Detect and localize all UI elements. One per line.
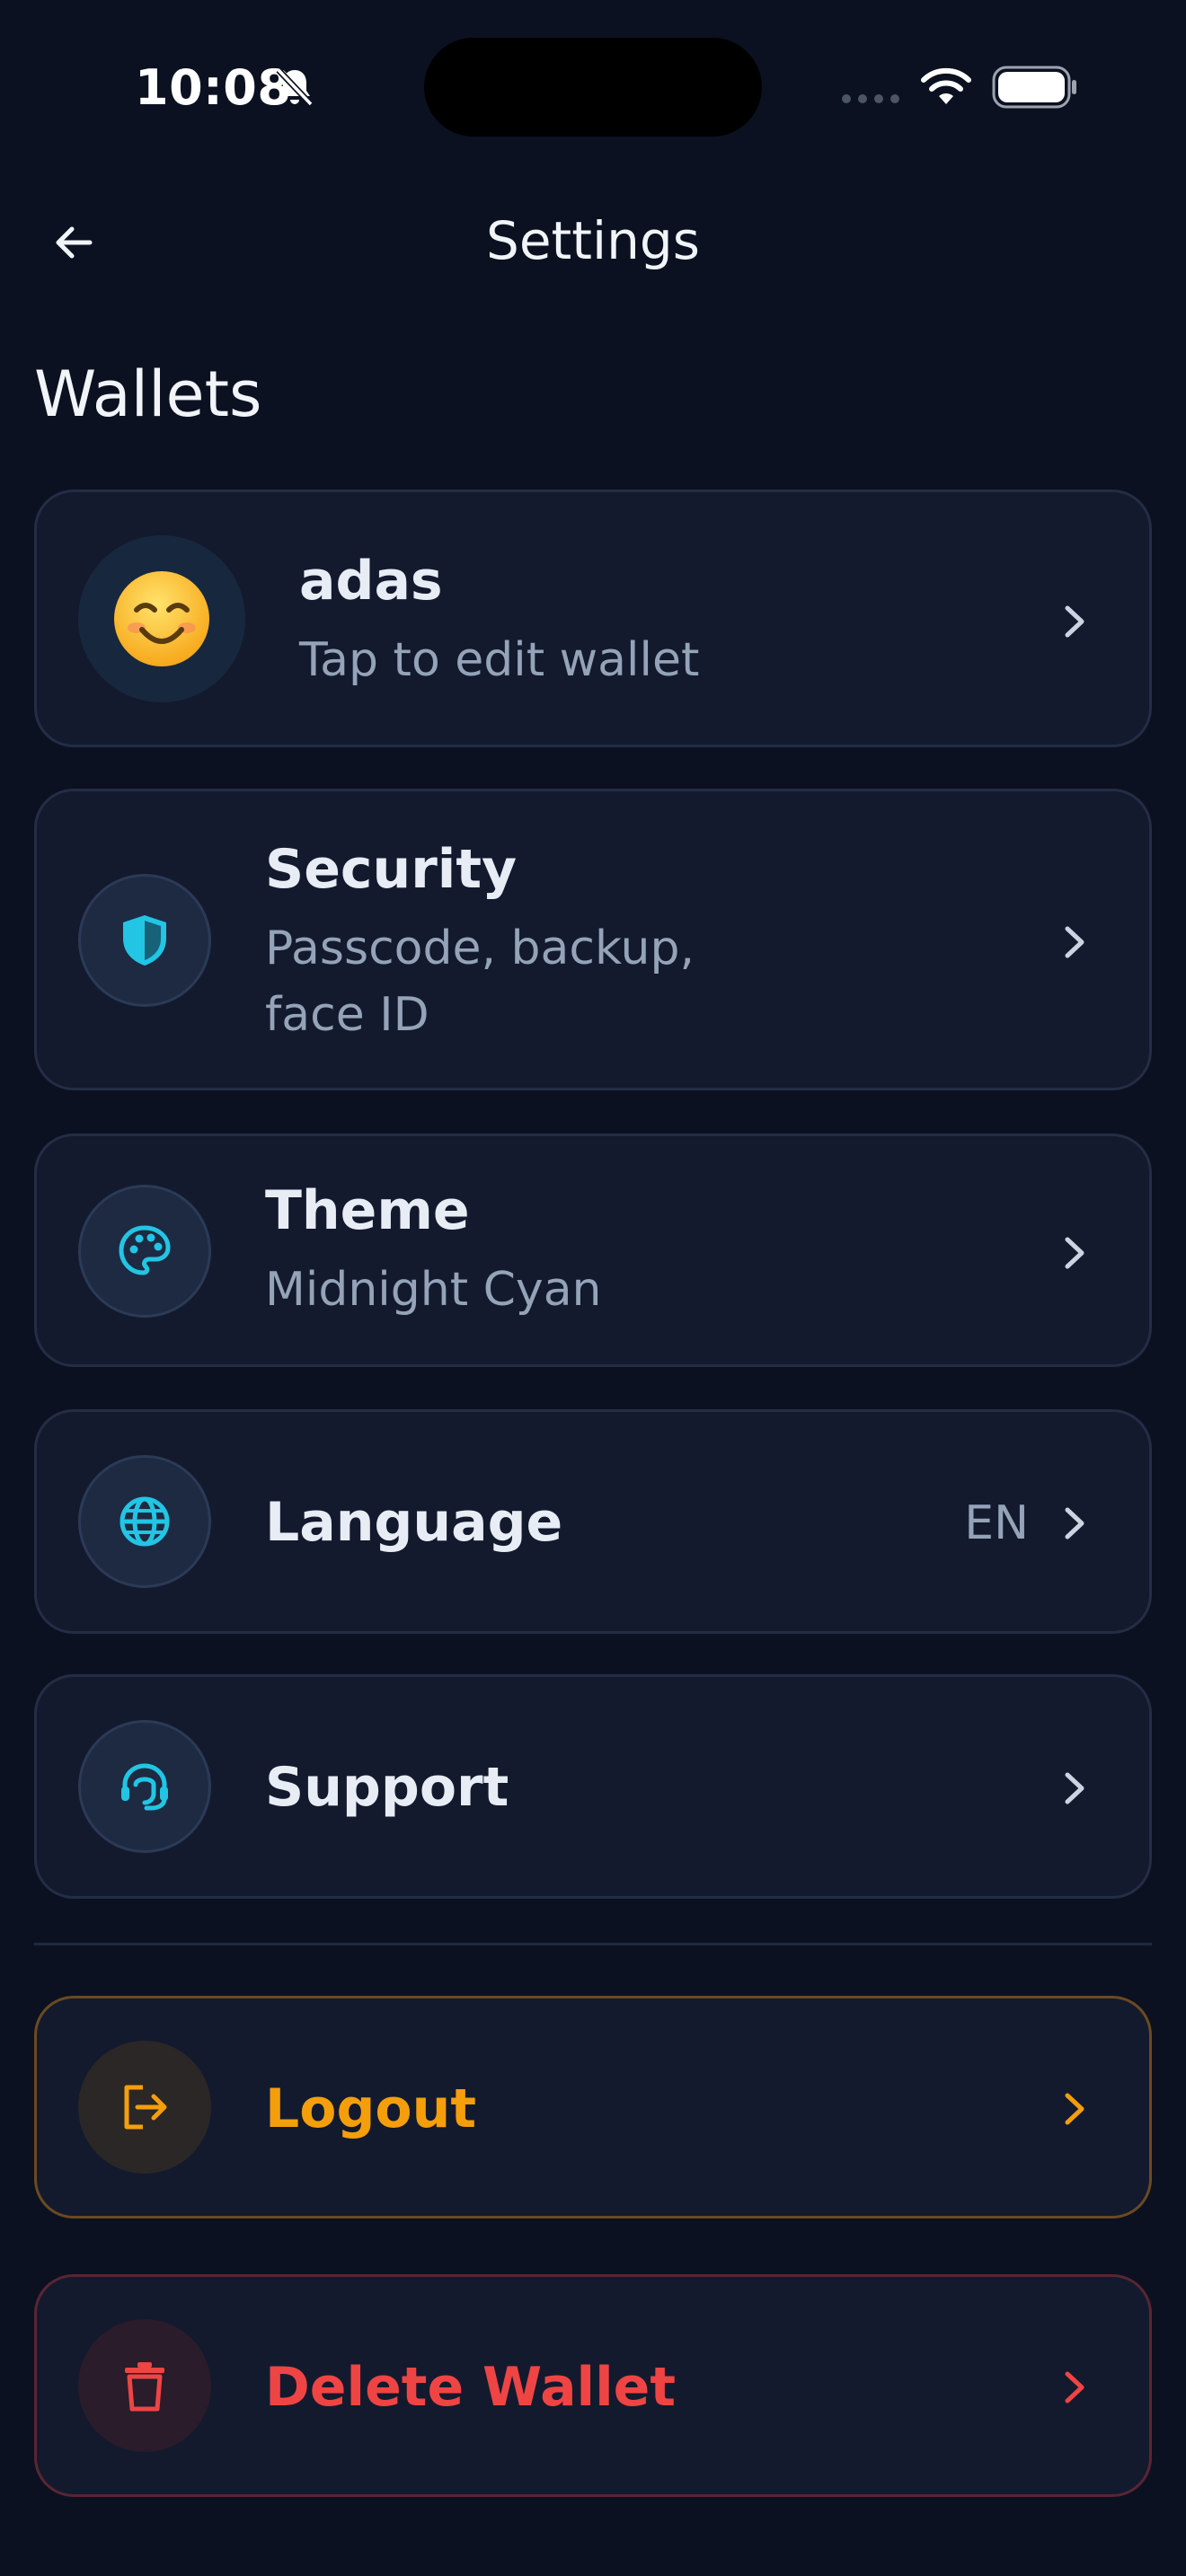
logout-title: Logout [265, 2078, 477, 2140]
theme-title: Theme [265, 1179, 470, 1242]
battery-icon [992, 66, 1076, 109]
wallet-subtitle: Tap to edit wallet [299, 633, 700, 687]
chevron-right-icon [1065, 1772, 1084, 1804]
divider [34, 1943, 1152, 1945]
delete-icon-circle [78, 2319, 211, 2452]
wifi-icon [921, 67, 971, 104]
chevron-right-icon [1065, 926, 1084, 958]
wallet-avatar [78, 535, 245, 702]
chevron-right-icon [1065, 605, 1084, 638]
chevron-right-icon [1065, 1507, 1084, 1539]
trash-icon [125, 2362, 164, 2412]
smiling-face-icon [114, 571, 209, 666]
theme-icon-circle [78, 1185, 211, 1318]
settings-item-support[interactable]: Support [34, 1674, 1152, 1899]
settings-item-theme[interactable]: Theme Midnight Cyan [34, 1134, 1152, 1367]
security-title: Security [265, 838, 518, 901]
security-subtitle-line1: Passcode, backup, [265, 922, 695, 975]
security-subtitle-line2: face ID [265, 988, 429, 1042]
chevron-right-icon [1065, 2371, 1084, 2404]
headset-icon [121, 1763, 168, 1811]
cellular-signal-icon [842, 94, 899, 103]
logout-icon [124, 2085, 167, 2130]
language-icon-circle [78, 1455, 211, 1588]
chevron-right-icon [1065, 2093, 1084, 2125]
bell-muted-icon [276, 67, 314, 107]
language-title: Language [265, 1491, 563, 1554]
palette-icon [119, 1225, 171, 1275]
wallet-card[interactable]: adas Tap to edit wallet [34, 490, 1152, 747]
section-title-wallets: Wallets [34, 357, 262, 431]
security-icon-circle [78, 874, 211, 1007]
support-icon-circle [78, 1720, 211, 1853]
theme-subtitle: Midnight Cyan [265, 1263, 602, 1317]
logout-icon-circle [78, 2041, 211, 2174]
logout-button[interactable]: Logout [34, 1996, 1152, 2219]
page-title: Settings [486, 210, 700, 271]
settings-screen: 10:08 Settings Wallets adas Tap to edit … [0, 0, 1186, 2576]
globe-icon [119, 1496, 170, 1547]
language-value: EN [964, 1496, 1029, 1550]
wallet-name: adas [299, 550, 443, 613]
settings-item-language[interactable]: Language EN [34, 1409, 1152, 1634]
chevron-right-icon [1065, 1237, 1084, 1269]
shield-icon [123, 915, 166, 966]
dynamic-island [424, 38, 762, 137]
status-bar: 10:08 [0, 0, 1186, 171]
delete-wallet-title: Delete Wallet [265, 2356, 677, 2419]
settings-item-security[interactable]: Security Passcode, backup, face ID [34, 789, 1152, 1090]
delete-wallet-button[interactable]: Delete Wallet [34, 2274, 1152, 2497]
support-title: Support [265, 1756, 509, 1819]
status-time: 10:08 [135, 59, 292, 116]
